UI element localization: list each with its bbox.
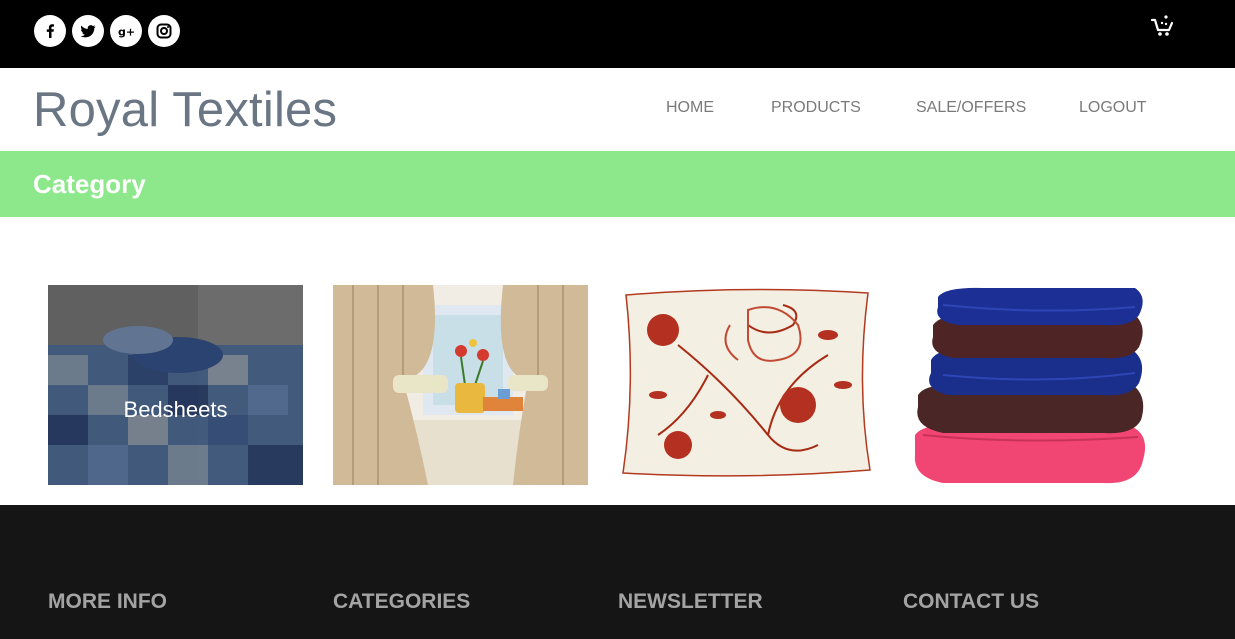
social-links: g+ xyxy=(34,15,180,47)
nav-products[interactable]: PRODUCTS xyxy=(771,99,861,117)
site-footer: MORE INFO CATEGORIES NEWSLETTER CONTACT … xyxy=(0,505,1235,639)
pillow-image xyxy=(618,285,873,485)
footer-heading-categories: CATEGORIES xyxy=(333,590,471,613)
svg-text:g+: g+ xyxy=(118,26,135,39)
cart-icon[interactable] xyxy=(1150,14,1176,38)
google-plus-icon[interactable]: g+ xyxy=(110,15,142,47)
top-bar: g+ xyxy=(0,0,1235,68)
nav-logout[interactable]: LOGOUT xyxy=(1079,99,1147,117)
nav-sale-offers[interactable]: SALE/OFFERS xyxy=(916,99,1026,117)
brand-title[interactable]: Royal Textiles xyxy=(33,84,337,136)
curtains-image xyxy=(333,285,588,485)
category-tile-bedsheets[interactable]: Bedsheets xyxy=(48,285,303,485)
bedsheets-image xyxy=(48,285,303,485)
nav-home[interactable]: HOME xyxy=(666,99,714,117)
category-tile-pillows[interactable] xyxy=(618,285,873,485)
blankets-image xyxy=(903,285,1158,485)
footer-heading-contact: CONTACT US xyxy=(903,590,1040,613)
tile-label: Bedsheets xyxy=(123,397,228,422)
category-heading: Category xyxy=(33,169,146,199)
facebook-icon[interactable] xyxy=(34,15,66,47)
twitter-icon[interactable] xyxy=(72,15,104,47)
category-bar: Category xyxy=(0,151,1235,217)
category-tile-blankets[interactable] xyxy=(903,285,1158,485)
site-header: Royal Textiles HOME PRODUCTS SALE/OFFERS… xyxy=(0,68,1235,151)
category-tile-curtains[interactable] xyxy=(333,285,588,485)
footer-heading-more-info: MORE INFO xyxy=(48,590,167,613)
instagram-icon[interactable] xyxy=(148,15,180,47)
footer-heading-newsletter: NEWSLETTER xyxy=(618,590,763,613)
